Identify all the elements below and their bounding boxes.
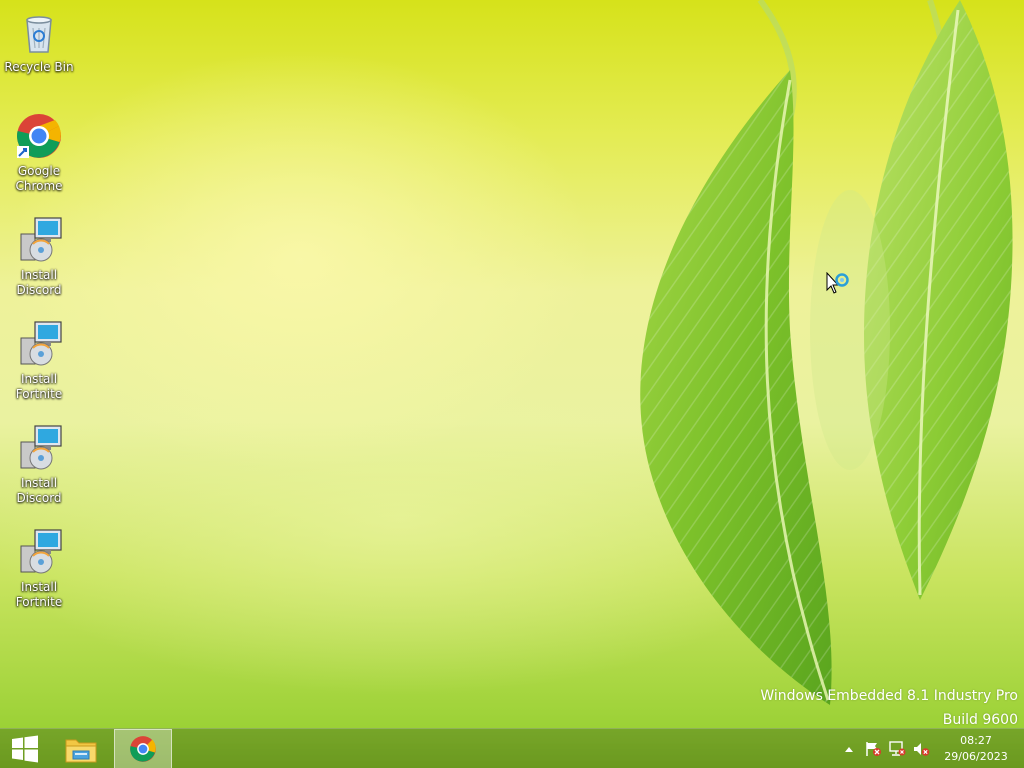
desktop-icon-label: Install Discord xyxy=(16,268,62,297)
desktop-icon-recycle-bin[interactable]: Recycle Bin xyxy=(0,8,78,75)
desktop-icon-label: Install Fortnite xyxy=(15,372,63,401)
desktop-icon-install-discord[interactable]: Install Discord xyxy=(0,216,78,298)
busy-cursor-icon xyxy=(826,272,849,294)
recycle-bin-icon xyxy=(26,16,52,53)
windows-logo-icon xyxy=(12,735,38,763)
show-hidden-icons-chevron[interactable] xyxy=(840,741,858,757)
taskbar-chrome-button[interactable] xyxy=(114,729,172,768)
desktop-icon-label: Recycle Bin xyxy=(4,60,74,74)
installer-icon xyxy=(20,217,62,262)
clock-date: 29/06/2023 xyxy=(944,750,1008,763)
taskbar: 08:27 29/06/2023 xyxy=(0,728,1024,768)
desktop-icon-install-discord[interactable]: Install Discord xyxy=(0,424,78,506)
action-center-flag-icon[interactable] xyxy=(864,741,882,757)
desktop-icon-label: Install Discord xyxy=(16,476,62,505)
desktop-icon-install-fortnite[interactable]: Install Fortnite xyxy=(0,320,78,402)
folder-icon xyxy=(65,739,97,763)
desktop[interactable]: Recycle Bin Google Chrome Install Discor… xyxy=(0,0,1024,768)
taskbar-clock[interactable]: 08:27 29/06/2023 xyxy=(938,733,1014,765)
installer-icon xyxy=(20,529,62,574)
start-button[interactable] xyxy=(0,729,50,768)
desktop-icon-google-chrome[interactable]: Google Chrome xyxy=(0,112,78,194)
taskbar-file-explorer-button[interactable] xyxy=(58,729,104,768)
desktop-icon-label: Install Fortnite xyxy=(15,580,63,609)
network-icon[interactable] xyxy=(888,741,906,757)
chrome-icon xyxy=(17,114,61,158)
installer-icon xyxy=(20,425,62,470)
watermark-edition: Windows Embedded 8.1 Industry Pro xyxy=(760,688,1018,704)
wallpaper-leaves xyxy=(640,0,1013,705)
volume-muted-icon[interactable] xyxy=(912,741,930,757)
windows-version-watermark: Windows Embedded 8.1 Industry Pro Build … xyxy=(760,684,1018,732)
desktop-icon-install-fortnite[interactable]: Install Fortnite xyxy=(0,528,78,610)
clock-time: 08:27 xyxy=(960,734,992,747)
chrome-icon xyxy=(130,736,156,762)
installer-icon xyxy=(20,321,62,366)
desktop-icon-label: Google Chrome xyxy=(15,164,63,193)
